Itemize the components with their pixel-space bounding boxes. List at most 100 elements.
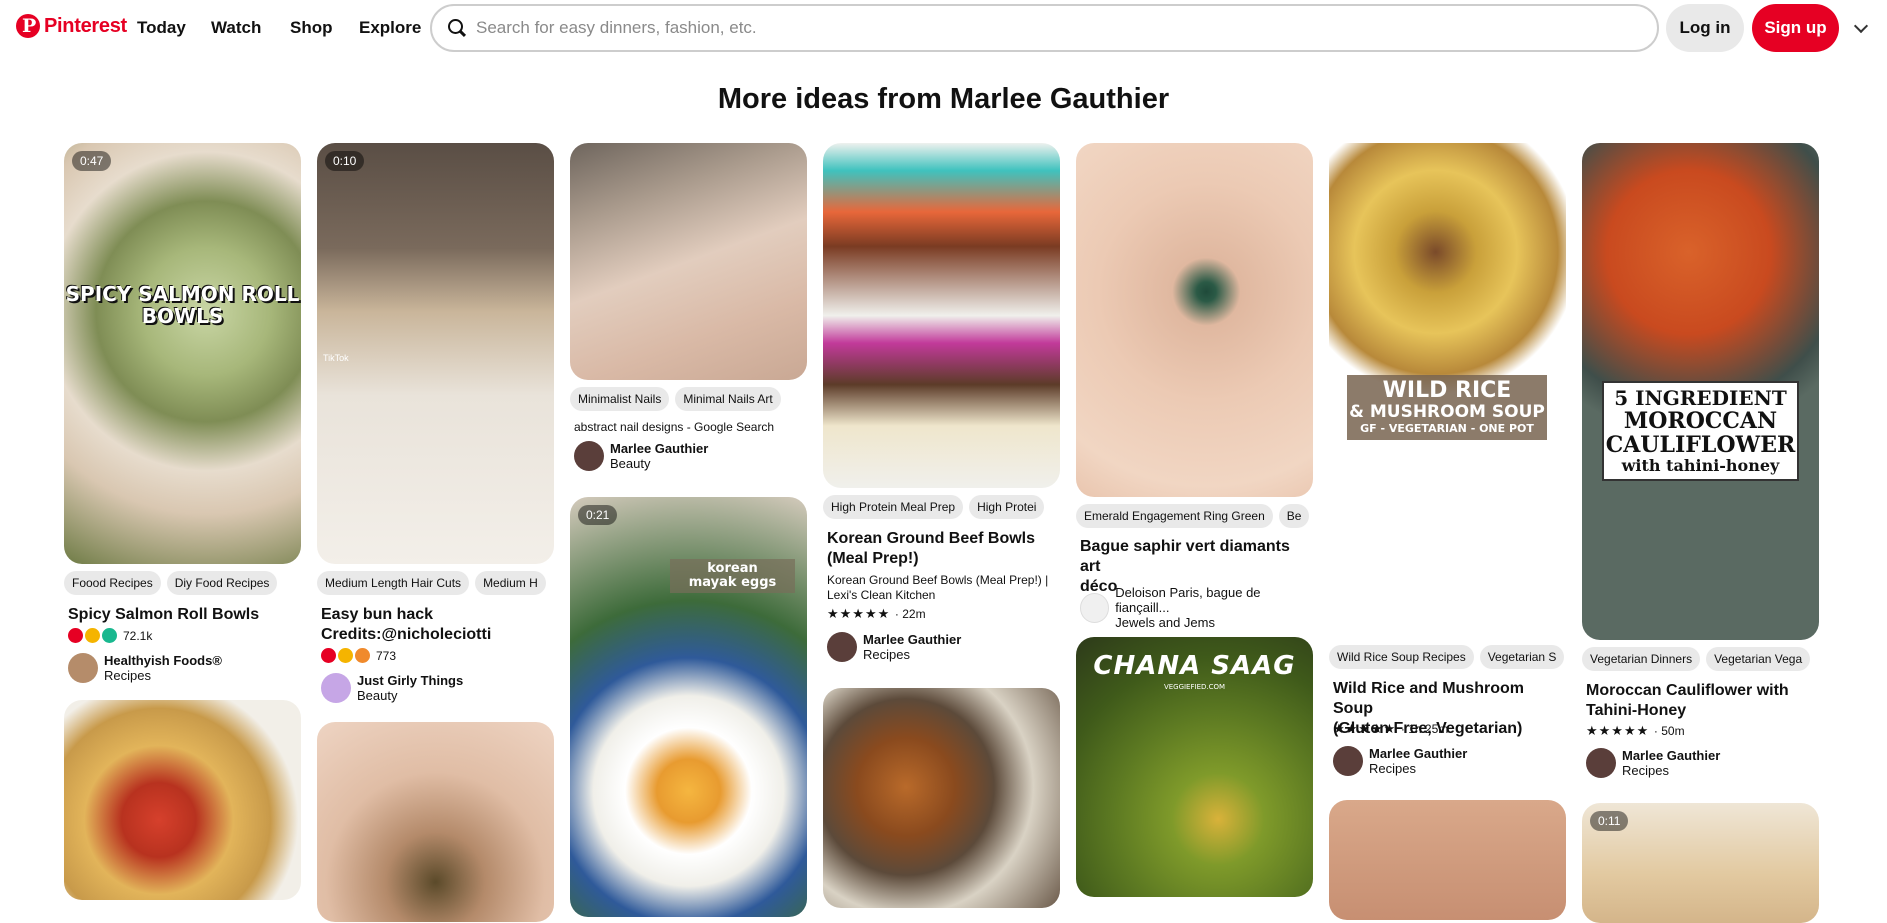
- pin-creator[interactable]: Marlee Gauthier Recipes: [1333, 746, 1467, 776]
- creator-name: Marlee Gauthier: [1622, 748, 1721, 763]
- title-line: Korean Ground Beef Bowls: [827, 530, 1036, 547]
- avatar: [321, 673, 351, 703]
- pin-moroccan-cauliflower[interactable]: 5 INGREDIENT MOROCCAN CAULIFLOWER with t…: [1582, 143, 1819, 788]
- nav-today[interactable]: Today: [137, 18, 186, 38]
- tag-chip[interactable]: Medium Length Hair Cuts: [317, 571, 470, 595]
- creator-name: Marlee Gauthier: [1369, 746, 1468, 761]
- overlay-line: korean: [707, 561, 758, 576]
- pin-easy-bun-hack[interactable]: 0:10 TikTok Medium Length Hair Cuts Medi…: [317, 143, 554, 713]
- tag-chip[interactable]: High Protein Meal Prep: [823, 495, 964, 519]
- pin-image[interactable]: [823, 143, 1060, 488]
- pin-title[interactable]: Moroccan Cauliflower with Tahini-Honey: [1586, 681, 1816, 721]
- pin-image[interactable]: CHANA SAAG VEGGIEFIED.COM: [1076, 637, 1313, 897]
- pin-tomato-pasta[interactable]: [64, 700, 301, 900]
- avatar: [574, 441, 604, 471]
- pin-image[interactable]: 5 INGREDIENT MOROCCAN CAULIFLOWER with t…: [1582, 143, 1819, 640]
- search-bar[interactable]: [430, 4, 1659, 52]
- pin-image[interactable]: 0:21 korean mayak eggs: [570, 497, 807, 917]
- pin-creator[interactable]: Healthyish Foods® Recipes: [68, 653, 222, 683]
- pin-tags: Emerald Engagement Ring Green Be: [1076, 504, 1313, 528]
- overlay-line: GF - VEGETARIAN - ONE POT: [1360, 422, 1534, 435]
- tag-chip[interactable]: Be: [1278, 504, 1310, 528]
- avatar: [1080, 592, 1110, 623]
- nav-shop[interactable]: Shop: [290, 18, 333, 38]
- pin-creator[interactable]: Marlee Gauthier Recipes: [827, 632, 961, 662]
- overlay-line: & MUSHROOM SOUP: [1349, 402, 1545, 422]
- pin-image[interactable]: [570, 143, 807, 380]
- pin-spicy-salmon-roll-bowls[interactable]: 0:47 SPICY SALMON ROLL BOWLS Foood Recip…: [64, 143, 301, 713]
- pin-image[interactable]: 0:10 TikTok: [317, 143, 554, 564]
- pin-image[interactable]: 0:11: [1582, 803, 1819, 923]
- pin-tags: High Protein Meal Prep High Protei: [823, 495, 1060, 519]
- pin-rating: ★★★★★ · 1h 25m: [1333, 721, 1448, 737]
- creator-category: Beauty: [610, 456, 651, 471]
- pin-creator[interactable]: Marlee Gauthier Beauty: [574, 441, 708, 471]
- tag-chip[interactable]: Emerald Engagement Ring Green: [1076, 504, 1273, 528]
- title-line: Tahini-Honey: [1586, 702, 1687, 719]
- tag-chip[interactable]: Medium H: [475, 571, 546, 595]
- pin-blonde-hair[interactable]: 0:11: [1582, 803, 1819, 923]
- pinterest-logo-icon: [16, 14, 40, 38]
- pin-creator[interactable]: Just Girly Things Beauty: [321, 673, 463, 703]
- pinterest-logo[interactable]: Pinterest: [16, 14, 127, 38]
- pin-korean-ground-beef-bowls[interactable]: High Protein Meal Prep High Protei Korea…: [823, 143, 1060, 683]
- pin-tags: Minimalist Nails Minimal Nails Art: [570, 387, 807, 411]
- cook-time: · 22m: [894, 607, 926, 621]
- tag-chip[interactable]: High Protei: [969, 495, 1045, 519]
- nav-explore[interactable]: Explore: [359, 18, 421, 38]
- image-overlay-text: korean mayak eggs: [670, 559, 795, 593]
- overlay-line: MOROCCAN: [1623, 408, 1778, 434]
- logo-text: Pinterest: [44, 14, 127, 37]
- pin-image[interactable]: [1076, 143, 1313, 497]
- creator-name: Healthyish Foods®: [104, 653, 222, 668]
- pin-image[interactable]: 0:47 SPICY SALMON ROLL BOWLS: [64, 143, 301, 564]
- pin-chana-saag[interactable]: CHANA SAAG VEGGIEFIED.COM: [1076, 637, 1313, 897]
- pin-image[interactable]: [823, 688, 1060, 908]
- page-title: More ideas from Marlee Gauthier: [717, 83, 1170, 115]
- pin-description: abstract nail designs - Google Search: [574, 420, 775, 434]
- video-duration: 0:10: [325, 151, 365, 171]
- pin-creator[interactable]: Marlee Gauthier Recipes: [1586, 748, 1720, 778]
- pin-ring-closeup[interactable]: [317, 722, 554, 922]
- pin-reactions: 72.1k: [68, 628, 152, 643]
- pin-wild-rice-mushroom-soup[interactable]: WILD RICE & MUSHROOM SOUP GF - VEGETARIA…: [1329, 143, 1566, 783]
- pin-noodle-bowls[interactable]: [823, 688, 1060, 908]
- tag-chip[interactable]: Vegetarian Dinners: [1582, 647, 1701, 671]
- tag-chip[interactable]: Minimal Nails Art: [675, 387, 781, 411]
- creator-category: Jewels and Jems: [1115, 615, 1215, 630]
- creator-category: Recipes: [863, 647, 910, 662]
- pin-image[interactable]: [317, 722, 554, 922]
- tag-chip[interactable]: Foood Recipes: [64, 571, 161, 595]
- rating-stars-icon: ★★★★★: [1586, 723, 1650, 738]
- pin-image[interactable]: [1329, 800, 1566, 920]
- creator-name: Deloison Paris, bague de fiançaill...: [1115, 585, 1261, 615]
- avatar: [827, 632, 857, 662]
- pin-image[interactable]: [64, 700, 301, 900]
- avatar: [1333, 746, 1363, 776]
- pin-reactions: 773: [321, 648, 396, 663]
- overlay-line: CAULIFLOWER: [1605, 432, 1796, 458]
- pin-korean-mayak-eggs[interactable]: 0:21 korean mayak eggs: [570, 497, 807, 917]
- creator-name: Marlee Gauthier: [610, 441, 709, 456]
- pin-emerald-ring[interactable]: Emerald Engagement Ring Green Be Bague s…: [1076, 143, 1313, 630]
- tag-chip[interactable]: Vegetarian Vega: [1706, 647, 1811, 671]
- avatar: [1586, 748, 1616, 778]
- pin-hand-closeup[interactable]: [1329, 800, 1566, 920]
- pin-abstract-nails[interactable]: Minimalist Nails Minimal Nails Art abstr…: [570, 143, 807, 483]
- nav-watch[interactable]: Watch: [211, 18, 261, 38]
- pin-image[interactable]: WILD RICE & MUSHROOM SOUP GF - VEGETARIA…: [1329, 143, 1566, 638]
- chevron-down-icon[interactable]: [1853, 18, 1869, 34]
- pin-title[interactable]: Easy bun hack Credits:@nicholeciotti: [321, 605, 551, 645]
- login-button[interactable]: Log in: [1666, 4, 1744, 52]
- tag-chip[interactable]: Diy Food Recipes: [166, 571, 278, 595]
- search-input[interactable]: [476, 18, 1576, 38]
- pin-creator[interactable]: Deloison Paris, bague de fiançaill... Je…: [1080, 585, 1313, 630]
- signup-button[interactable]: Sign up: [1752, 4, 1839, 52]
- pin-title[interactable]: Korean Ground Beef Bowls (Meal Prep!): [827, 529, 1057, 569]
- surprised-reaction-icon: [355, 648, 370, 663]
- tag-chip[interactable]: Minimalist Nails: [570, 387, 670, 411]
- tag-chip[interactable]: Vegetarian S: [1479, 645, 1565, 669]
- tag-chip[interactable]: Wild Rice Soup Recipes: [1329, 645, 1474, 669]
- pin-title[interactable]: Spicy Salmon Roll Bowls: [68, 605, 298, 625]
- top-navigation-bar: Pinterest Today Watch Shop Explore Log i…: [0, 0, 1887, 58]
